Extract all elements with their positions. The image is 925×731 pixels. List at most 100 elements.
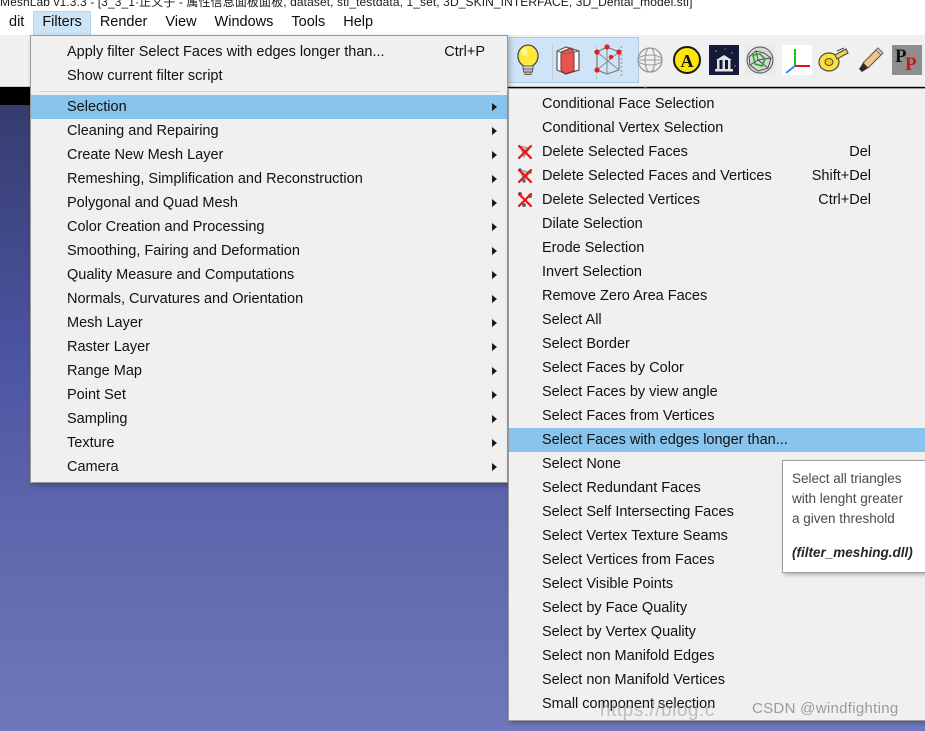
menu-item-label: Select Visible Points [542, 576, 674, 592]
submenu-arrow-icon [492, 295, 497, 303]
delete-faces-icon [509, 143, 541, 161]
selection-menu-item-select-non-manifold-vertices[interactable]: Select non Manifold Vertices [509, 668, 925, 692]
filters-menu-category-normals-curvatures-and-orientation[interactable]: Normals, Curvatures and Orientation [31, 287, 507, 311]
menu-separator [39, 91, 499, 92]
tooltip-line-2: with lenght greater [792, 491, 904, 506]
menu-item-label: Selection [67, 99, 127, 115]
menu-item-label: Remeshing, Simplification and Reconstruc… [67, 171, 363, 187]
submenu-arrow-icon [492, 223, 497, 231]
selection-menu-item-delete-selected-vertices[interactable]: Delete Selected Vertices Ctrl+Del [509, 188, 925, 212]
selection-menu-item-select-non-manifold-edges[interactable]: Select non Manifold Edges [509, 644, 925, 668]
selection-submenu[interactable]: Conditional Face Selection Conditional Ve… [508, 88, 925, 721]
menu-item-label: Remove Zero Area Faces [542, 288, 708, 304]
mesh-ball-icon[interactable] [742, 39, 779, 81]
svg-text:P: P [905, 54, 917, 75]
menu-item-label: Dilate Selection [542, 216, 643, 232]
menu-item-label: Conditional Face Selection [542, 96, 715, 112]
filters-menu-category-color-creation-and-processing[interactable]: Color Creation and Processing [31, 215, 507, 239]
museum-icon[interactable] [705, 39, 742, 81]
filters-menu-category-sampling[interactable]: Sampling [31, 407, 507, 431]
menu-item-label: Select Border [542, 336, 630, 352]
window-titlebar: MeshLab v1.3.3 - [3_3_1·正义子 - 属性信息面板面板, … [0, 0, 925, 11]
filters-menu-category-selection[interactable]: Selection [31, 95, 507, 119]
selection-menu-item-select-border[interactable]: Select Border [509, 332, 925, 356]
selection-menu-item-remove-zero-area-faces[interactable]: Remove Zero Area Faces [509, 284, 925, 308]
selection-menu-item-select-all[interactable]: Select All [509, 308, 925, 332]
filters-menu-category-camera[interactable]: Camera [31, 455, 507, 479]
filters-menu-category-texture[interactable]: Texture [31, 431, 507, 455]
selection-menu-item-small-component-selection[interactable]: Small component selection [509, 692, 925, 716]
selection-menu-item-delete-selected-faces[interactable]: Delete Selected Faces Del [509, 140, 925, 164]
menu-item-shortcut: Shift+Del [811, 168, 871, 184]
menubar-item-filters[interactable]: Filters [33, 11, 91, 35]
menu-item-label: Erode Selection [542, 240, 645, 256]
filters-menu-category-raster-layer[interactable]: Raster Layer [31, 335, 507, 359]
tooltip-line-3: a given threshold [792, 511, 895, 526]
menubar-item-windows[interactable]: Windows [206, 11, 283, 35]
filters-menu-item-apply-filter[interactable]: Apply filter Select Faces with edges lon… [31, 40, 507, 64]
menu-item-label: Polygonal and Quad Mesh [67, 195, 238, 211]
selection-menu-item-select-faces-by-color[interactable]: Select Faces by Color [509, 356, 925, 380]
selection-menu-item-erode-selection[interactable]: Erode Selection [509, 236, 925, 260]
filters-menu-category-remeshing-simplification-and-reconstruction[interactable]: Remeshing, Simplification and Reconstruc… [31, 167, 507, 191]
flat-shading-icon[interactable] [548, 39, 588, 81]
submenu-arrow-icon [492, 151, 497, 159]
toolbar-group-tools: A P P [620, 37, 925, 83]
menu-item-label: Create New Mesh Layer [67, 147, 224, 163]
menubar-item-view[interactable]: View [156, 11, 205, 35]
submenu-arrow-icon [492, 199, 497, 207]
submenu-arrow-icon [492, 391, 497, 399]
filters-menu-category-point-set[interactable]: Point Set [31, 383, 507, 407]
menubar-item-render[interactable]: Render [91, 11, 157, 35]
menu-item-label: Select by Vertex Quality [542, 624, 696, 640]
filters-menu-category-create-new-mesh-layer[interactable]: Create New Mesh Layer [31, 143, 507, 167]
selection-menu-item-conditional-face-selection[interactable]: Conditional Face Selection [509, 92, 925, 116]
svg-text:A: A [680, 51, 693, 71]
filters-menu-category-polygonal-and-quad-mesh[interactable]: Polygonal and Quad Mesh [31, 191, 507, 215]
selection-menu-item-select-faces-with-edges-longer-than[interactable]: Select Faces with edges longer than... [509, 428, 925, 452]
selection-menu-item-select-by-vertex-quality[interactable]: Select by Vertex Quality [509, 620, 925, 644]
selection-menu-item-delete-selected-faces-and-vertices[interactable]: Delete Selected Faces and Vertices Shift+… [509, 164, 925, 188]
circle-a-icon[interactable]: A [669, 39, 706, 81]
submenu-arrow-icon [492, 415, 497, 423]
filters-menu-category-range-map[interactable]: Range Map [31, 359, 507, 383]
menu-item-label: Cleaning and Repairing [67, 123, 219, 139]
menubar-item-tools[interactable]: Tools [282, 11, 334, 35]
selection-menu-item-invert-selection[interactable]: Invert Selection [509, 260, 925, 284]
globe-wire-icon[interactable] [632, 39, 669, 81]
filters-menu-category-cleaning-and-repairing[interactable]: Cleaning and Repairing [31, 119, 507, 143]
selection-menu-item-select-visible-points[interactable]: Select Visible Points [509, 572, 925, 596]
menu-item-label: Small component selection [542, 696, 716, 712]
menu-item-label: Smoothing, Fairing and Deformation [67, 243, 300, 259]
pp-icon[interactable]: P P [888, 39, 925, 81]
menu-item-label: Show current filter script [67, 68, 223, 84]
selection-menu-item-select-faces-from-vertices[interactable]: Select Faces from Vertices [509, 404, 925, 428]
toolbar-drag-handle[interactable] [620, 45, 623, 77]
selection-menu-item-select-by-face-quality[interactable]: Select by Face Quality [509, 596, 925, 620]
menu-item-label: Conditional Vertex Selection [542, 120, 724, 136]
menubar-item-help[interactable]: Help [334, 11, 382, 35]
filters-menu-category-smoothing-fairing-and-deformation[interactable]: Smoothing, Fairing and Deformation [31, 239, 507, 263]
filters-menu-category-quality-measure-and-computations[interactable]: Quality Measure and Computations [31, 263, 507, 287]
submenu-arrow-icon [492, 103, 497, 111]
submenu-arrow-icon [492, 271, 497, 279]
filters-menu-category-mesh-layer[interactable]: Mesh Layer [31, 311, 507, 335]
filters-dropdown-menu[interactable]: Apply filter Select Faces with edges lon… [30, 35, 508, 483]
menu-item-label: Select non Manifold Vertices [542, 672, 725, 688]
menu-item-label: Raster Layer [67, 339, 151, 355]
meshlab-window: MeshLab v1.3.3 - [3_3_1·正义子 - 属性信息面板面板, … [0, 0, 925, 731]
measure-tape-icon[interactable] [815, 39, 852, 81]
menu-item-label: Mesh Layer [67, 315, 143, 331]
axis-icon[interactable] [779, 39, 816, 81]
selection-menu-item-conditional-vertex-selection[interactable]: Conditional Vertex Selection [509, 116, 925, 140]
filter-tooltip: Select all triangles with lenght greater… [782, 460, 925, 573]
selection-menu-item-select-faces-by-view-angle[interactable]: Select Faces by view angle [509, 380, 925, 404]
menu-item-label: Select Faces by view angle [542, 384, 718, 400]
lightbulb-icon[interactable] [508, 39, 548, 81]
selection-menu-item-dilate-selection[interactable]: Dilate Selection [509, 212, 925, 236]
paintbrush-icon[interactable] [852, 39, 889, 81]
menu-item-shortcut: Del [849, 144, 871, 160]
filters-menu-item-show-filter-script[interactable]: Show current filter script [31, 64, 507, 88]
submenu-arrow-icon [492, 439, 497, 447]
menubar-item-dit[interactable]: dit [0, 11, 33, 35]
